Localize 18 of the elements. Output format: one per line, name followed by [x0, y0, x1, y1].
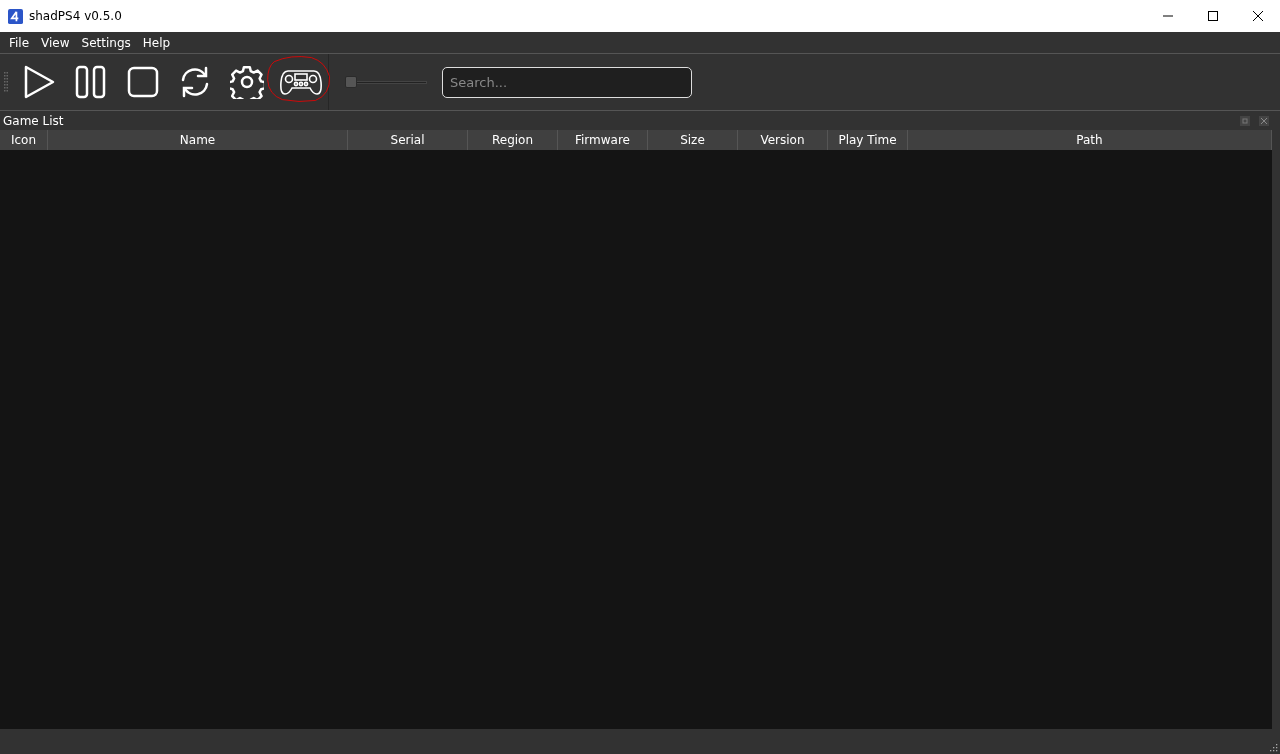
- float-icon[interactable]: [1240, 115, 1250, 126]
- toolbar-grip-icon[interactable]: [4, 72, 8, 92]
- window-title: shadPS4 v0.5.0: [29, 9, 122, 23]
- stop-icon[interactable]: [126, 65, 160, 99]
- slider-thumb[interactable]: [345, 76, 357, 88]
- resize-grip-icon[interactable]: [1268, 742, 1278, 752]
- menu-item[interactable]: View: [35, 35, 76, 50]
- pause-icon[interactable]: [74, 65, 108, 99]
- app-logo-icon: [8, 8, 23, 24]
- gamepad-icon[interactable]: [280, 68, 322, 96]
- play-icon[interactable]: [22, 65, 56, 99]
- search-field[interactable]: Search...: [442, 66, 692, 98]
- menu-item[interactable]: File: [3, 35, 36, 50]
- dock-title: Game List: [3, 113, 64, 128]
- menu-item[interactable]: Help: [136, 35, 177, 50]
- menu-item[interactable]: Settings: [75, 35, 137, 50]
- size-slider[interactable]: [345, 76, 427, 88]
- settings-icon[interactable]: [230, 65, 264, 99]
